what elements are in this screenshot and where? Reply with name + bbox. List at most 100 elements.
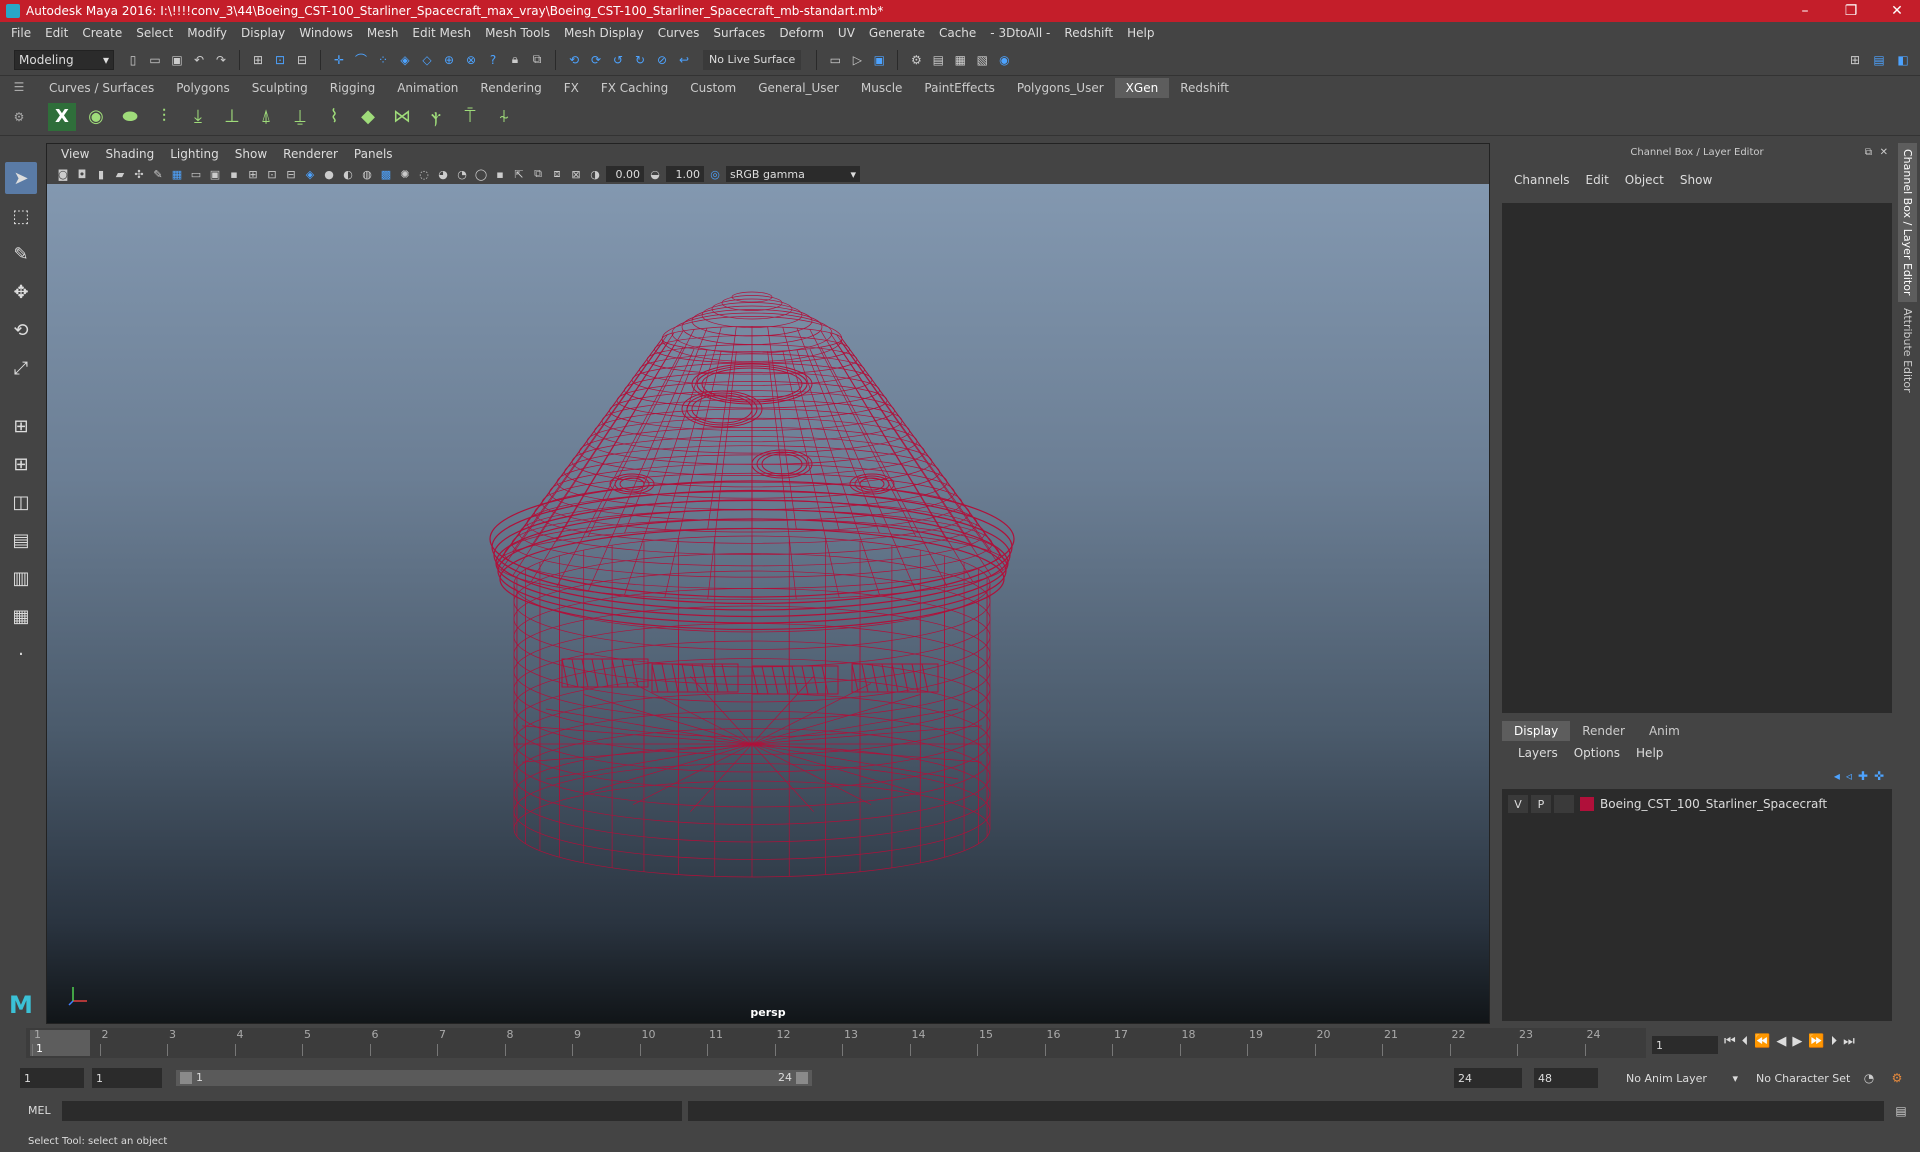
menu-redshift[interactable]: Redshift xyxy=(1057,26,1120,40)
lights-icon[interactable]: ✺ xyxy=(397,166,413,182)
tab-polygons-user[interactable]: Polygons_User xyxy=(1006,78,1115,98)
tab-display[interactable]: Display xyxy=(1502,721,1571,741)
side-by-side-layout-icon[interactable]: ◫ xyxy=(5,486,37,518)
symmetry-icon[interactable]: ⧉ xyxy=(528,51,546,69)
menu-display[interactable]: Display xyxy=(234,26,292,40)
layer-color-swatch[interactable] xyxy=(1580,797,1594,811)
menu-modify[interactable]: Modify xyxy=(180,26,234,40)
render-region-icon[interactable]: ▭ xyxy=(826,51,844,69)
textured-icon[interactable]: ◍ xyxy=(359,166,375,182)
image-plane-icon[interactable]: ▰ xyxy=(112,166,128,182)
menu-help[interactable]: Help xyxy=(1120,26,1161,40)
time-slider[interactable]: 1 1 2 3 4 5 6 7 8 9 10 11 12 13 14 15 16 17 18 19 20 21 22 23 2… xyxy=(0,1028,1920,1058)
auto-key-icon[interactable]: ◔ xyxy=(1860,1069,1878,1087)
layer-name[interactable]: Boeing_CST_100_Starliner_Spacecraft xyxy=(1600,797,1827,811)
snap-vertex-icon[interactable]: ⊕ xyxy=(440,51,458,69)
layer-visibility-toggle[interactable]: V xyxy=(1508,795,1528,813)
exposure-icon[interactable]: ◑ xyxy=(587,166,603,182)
safe-action-icon[interactable]: ⊡ xyxy=(264,166,280,182)
tab-curves-surfaces[interactable]: Curves / Surfaces xyxy=(38,78,165,98)
paint-select-icon[interactable]: ✎ xyxy=(5,238,37,270)
isolate-select-icon[interactable]: ⇱ xyxy=(511,166,527,182)
vp-menu-shading[interactable]: Shading xyxy=(97,147,162,161)
tab-fx[interactable]: FX xyxy=(553,78,590,98)
new-layer-selected-icon[interactable]: ✜ xyxy=(1874,769,1884,783)
toggle-panels-icon[interactable]: ▤ xyxy=(1870,51,1888,69)
xgen-bend-guide-icon[interactable]: ⌇ xyxy=(320,103,348,131)
tab-painteffects[interactable]: PaintEffects xyxy=(913,78,1005,98)
shelf-menu-icon[interactable]: ☰ xyxy=(0,76,38,98)
end-time-field[interactable]: 48 xyxy=(1534,1068,1598,1088)
tab-render[interactable]: Render xyxy=(1570,721,1637,741)
tab-custom[interactable]: Custom xyxy=(679,78,747,98)
step-back-key-icon[interactable]: ⏴ xyxy=(1742,1034,1749,1049)
mel-label[interactable]: MEL xyxy=(28,1104,51,1117)
gamma-icon[interactable]: ◒ xyxy=(647,166,663,182)
new-layer-icon[interactable]: ✚ xyxy=(1858,769,1868,783)
preferences-icon[interactable]: ⚙ xyxy=(1888,1069,1906,1087)
camera-icon[interactable]: ◙ xyxy=(55,166,71,182)
cb-menu-show[interactable]: Show xyxy=(1672,173,1720,187)
le-menu-options[interactable]: Options xyxy=(1566,746,1628,760)
vp-menu-view[interactable]: View xyxy=(53,147,97,161)
gamma-field[interactable]: 1.00 xyxy=(666,166,704,182)
cb-menu-edit[interactable]: Edit xyxy=(1578,173,1617,187)
close-button[interactable]: ✕ xyxy=(1874,0,1920,22)
xray-icon[interactable]: ▩ xyxy=(378,166,394,182)
anti-aliasing-icon[interactable]: ◯ xyxy=(473,166,489,182)
float-icon[interactable]: ⧉ xyxy=(1865,147,1872,158)
scale-tool-icon[interactable]: ⤢ xyxy=(5,352,37,384)
viewport-canvas[interactable]: persp xyxy=(47,184,1489,1023)
move-layer-down-icon[interactable]: ◃ xyxy=(1846,769,1852,783)
playback-end-field[interactable]: 24 xyxy=(1454,1068,1522,1088)
le-menu-layers[interactable]: Layers xyxy=(1510,746,1566,760)
move-tool-icon[interactable]: ✥ xyxy=(5,276,37,308)
xgen-layer-icon[interactable]: ◆ xyxy=(354,103,382,131)
move-layer-up-icon[interactable]: ◂ xyxy=(1834,769,1840,783)
xray-joints-icon[interactable]: ⧉ xyxy=(530,166,546,182)
four-pane-layout-icon[interactable]: ⊞ xyxy=(5,448,37,480)
film-gate-icon[interactable]: ▭ xyxy=(188,166,204,182)
time-slider-track[interactable]: 1 1 2 3 4 5 6 7 8 9 10 11 12 13 14 15 16 17 18 19 20 21 22 23 2… xyxy=(26,1028,1646,1058)
le-menu-help[interactable]: Help xyxy=(1628,746,1671,760)
xray-active-icon[interactable]: ⧈ xyxy=(549,166,565,182)
ambient-occlusion-icon[interactable]: ◕ xyxy=(435,166,451,182)
outliner-persp-layout-icon[interactable]: ▤ xyxy=(5,524,37,556)
range-slider[interactable]: 1 24 xyxy=(176,1070,812,1086)
two-d-pan-icon[interactable]: ✣ xyxy=(131,166,147,182)
play-forward-icon[interactable]: ▶ xyxy=(1792,1034,1802,1049)
menu-edit[interactable]: Edit xyxy=(38,26,75,40)
frame-all-icon[interactable]: ⊠ xyxy=(568,166,584,182)
start-time-field[interactable]: 1 xyxy=(20,1068,84,1088)
xgen-preview-icon[interactable]: ◉ xyxy=(82,103,110,131)
playback-start-field[interactable]: 1 xyxy=(92,1068,162,1088)
layer-display-type[interactable] xyxy=(1554,795,1574,813)
tab-muscle[interactable]: Muscle xyxy=(850,78,914,98)
lock-icon[interactable]: 🔒︎ xyxy=(506,51,524,69)
layer-row[interactable]: V P Boeing_CST_100_Starliner_Spacecraft xyxy=(1502,793,1892,815)
xgen-lock-guide-icon[interactable]: ⍊ xyxy=(286,103,314,131)
tab-fx-caching[interactable]: FX Caching xyxy=(590,78,679,98)
select-tool-icon[interactable]: ➤ xyxy=(5,162,37,194)
vp-menu-show[interactable]: Show xyxy=(227,147,275,161)
depth-of-field-icon[interactable]: ▪ xyxy=(492,166,508,182)
tab-rendering[interactable]: Rendering xyxy=(469,78,552,98)
snap-view-plane-icon[interactable]: ◈ xyxy=(396,51,414,69)
more-layouts-icon[interactable]: · xyxy=(5,638,37,670)
select-object-icon[interactable]: ⊡ xyxy=(271,51,289,69)
tab-general-user[interactable]: General_User xyxy=(747,78,850,98)
tab-redshift[interactable]: Redshift xyxy=(1169,78,1240,98)
restore-button[interactable]: ❐ xyxy=(1828,0,1874,22)
script-editor-icon[interactable]: ▤ xyxy=(1892,1102,1910,1120)
menu-deform[interactable]: Deform xyxy=(772,26,831,40)
menu-3dtoall[interactable]: - 3DtoAll - xyxy=(983,26,1057,40)
hypershade-icon[interactable]: ▦ xyxy=(951,51,969,69)
range-end-handle[interactable] xyxy=(796,1072,808,1084)
menu-create[interactable]: Create xyxy=(75,26,129,40)
close-icon[interactable]: ✕ xyxy=(1880,147,1888,158)
safe-title-icon[interactable]: ⊟ xyxy=(283,166,299,182)
xgen-delete-icon[interactable]: ⍭ xyxy=(490,103,518,131)
magnet-icon[interactable]: ⊗ xyxy=(462,51,480,69)
camera-attributes-icon[interactable]: ◘ xyxy=(74,166,90,182)
menu-curves[interactable]: Curves xyxy=(651,26,707,40)
